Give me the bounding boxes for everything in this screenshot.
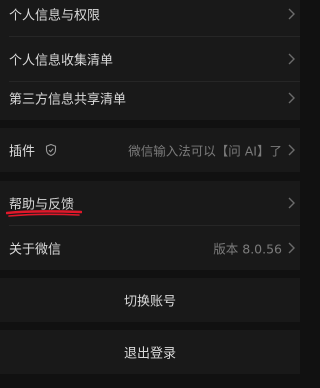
- settings-row-about[interactable]: 关于微信 版本 8.0.56: [0, 226, 300, 270]
- chevron-right-icon: [288, 144, 295, 156]
- settings-screen: 个人信息与权限 个人信息收集清单 第三方信息共享清单 插件 微信输入法可以【问 …: [0, 0, 300, 388]
- switch-account-label: 切换账号: [123, 294, 176, 310]
- logout-button[interactable]: 退出登录: [0, 330, 300, 374]
- plugins-card: 插件 微信输入法可以【问 AI】了: [0, 128, 300, 172]
- row-label: 第三方信息共享清单: [9, 92, 127, 108]
- logout-label: 退出登录: [123, 346, 176, 362]
- chevron-right-icon: [288, 53, 295, 65]
- row-label: 关于微信: [9, 242, 62, 258]
- version-value: 版本 8.0.56: [213, 241, 282, 257]
- row-label: 个人信息收集清单: [9, 53, 114, 69]
- red-underline-annotation: [6, 210, 82, 217]
- privacy-card: 个人信息与权限 个人信息收集清单 第三方信息共享清单: [0, 0, 300, 120]
- settings-row-personal-info-collection[interactable]: 个人信息收集清单: [0, 37, 300, 81]
- chevron-right-icon: [288, 92, 295, 104]
- settings-row-help-feedback[interactable]: 帮助与反馈: [0, 181, 300, 225]
- switch-account-button[interactable]: 切换账号: [0, 278, 300, 322]
- shield-icon: [45, 143, 57, 157]
- help-about-card: 帮助与反馈 关于微信 版本 8.0.56: [0, 181, 300, 270]
- row-label: 插件: [9, 144, 36, 160]
- chevron-right-icon: [288, 8, 295, 20]
- chevron-right-icon: [288, 197, 295, 209]
- settings-row-personal-info-permissions[interactable]: 个人信息与权限: [0, 0, 300, 36]
- chevron-right-icon: [288, 242, 295, 254]
- row-label: 个人信息与权限: [9, 8, 101, 24]
- settings-row-plugins[interactable]: 插件 微信输入法可以【问 AI】了: [0, 128, 300, 172]
- settings-row-third-party-sharing[interactable]: 第三方信息共享清单: [0, 76, 300, 120]
- plugins-value: 微信输入法可以【问 AI】了: [128, 143, 282, 159]
